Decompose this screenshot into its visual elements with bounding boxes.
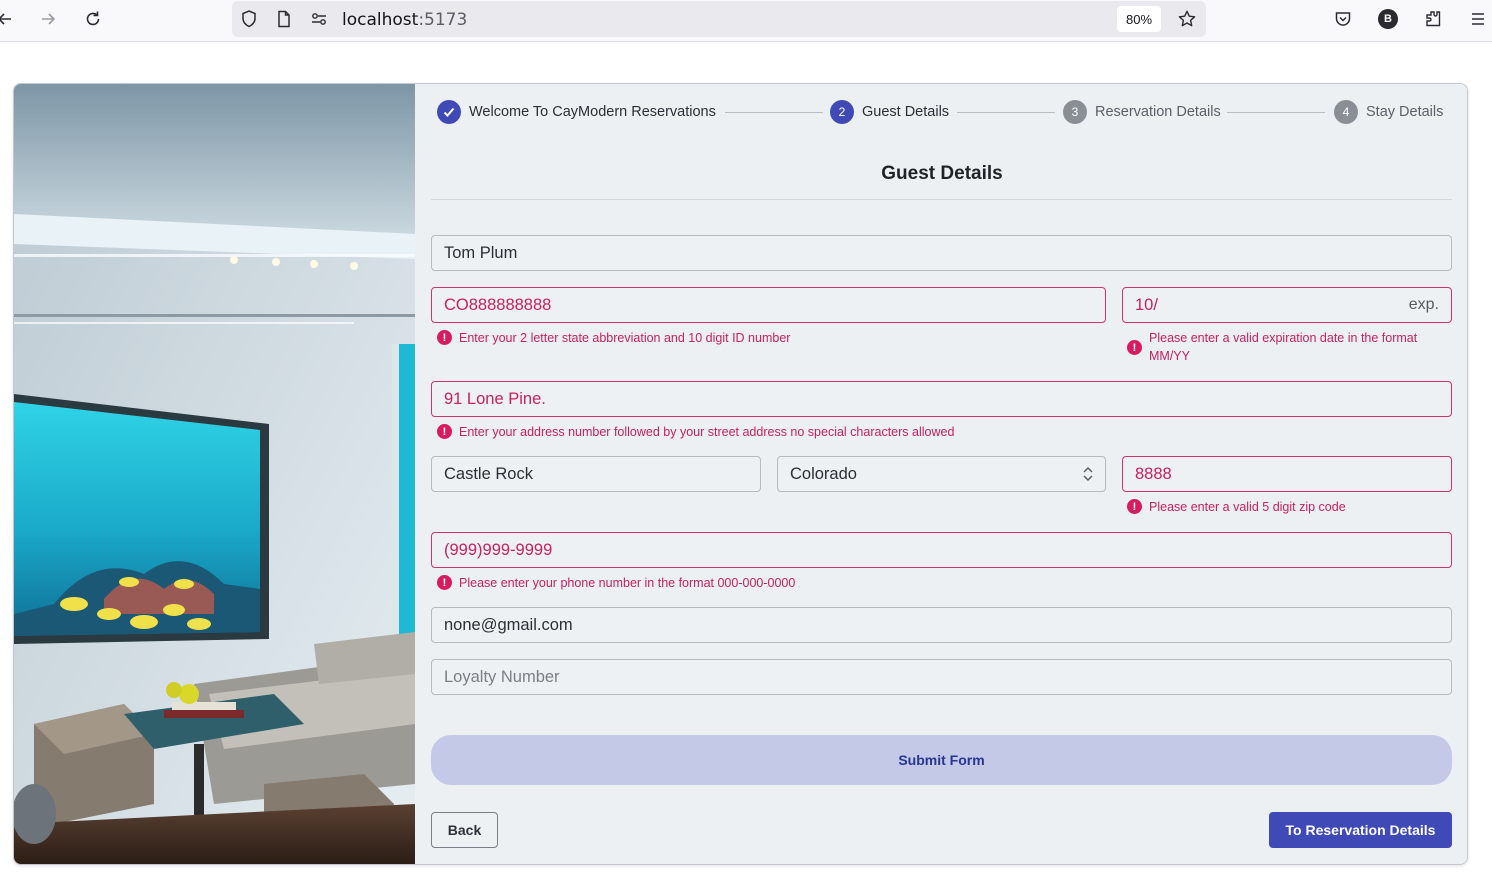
- address-input[interactable]: 91 Lone Pine.: [431, 381, 1452, 417]
- pocket-icon[interactable]: [1330, 6, 1356, 32]
- back-arrow-icon[interactable]: [0, 6, 18, 32]
- step-label: Welcome To CayModern Reservations: [469, 104, 716, 120]
- browser-toolbar: localhost:5173 80% B: [0, 0, 1492, 42]
- expiration-input[interactable]: 10/ exp.: [1122, 287, 1452, 323]
- step-stay-details[interactable]: 4 Stay Details: [1334, 100, 1443, 124]
- zoom-level-badge[interactable]: 80%: [1117, 6, 1161, 32]
- submit-form-button[interactable]: Submit Form: [431, 735, 1452, 785]
- extensions-icon[interactable]: [1420, 6, 1446, 32]
- guest-details-panel: Welcome To CayModern Reservations 2 Gues…: [415, 84, 1467, 864]
- state-select[interactable]: Colorado: [777, 456, 1106, 492]
- step-label: Guest Details: [862, 104, 950, 120]
- error-icon: !: [1127, 340, 1142, 355]
- step-number: 4: [1334, 100, 1358, 124]
- url-bar[interactable]: localhost:5173 80%: [232, 1, 1206, 37]
- error-icon: !: [437, 575, 452, 590]
- to-reservation-details-button[interactable]: To Reservation Details: [1269, 812, 1452, 848]
- progress-stepper: Welcome To CayModern Reservations 2 Gues…: [437, 100, 1447, 124]
- city-input[interactable]: Castle Rock: [431, 456, 761, 492]
- select-arrows-icon: [1083, 467, 1093, 481]
- shield-icon[interactable]: [236, 6, 262, 32]
- menu-icon[interactable]: [1465, 6, 1491, 32]
- email-input[interactable]: none@gmail.com: [431, 607, 1452, 643]
- id-number-input[interactable]: CO888888888: [431, 287, 1106, 323]
- check-icon: [437, 100, 461, 124]
- account-avatar[interactable]: B: [1375, 6, 1401, 32]
- address-error: ! Enter your address number followed by …: [437, 423, 1337, 441]
- step-number: 2: [830, 100, 854, 124]
- phone-input[interactable]: (999)999-9999: [431, 532, 1452, 568]
- error-icon: !: [1127, 499, 1142, 514]
- divider: [431, 199, 1452, 200]
- step-reservation-details[interactable]: 3 Reservation Details: [1063, 100, 1221, 124]
- id-number-error: ! Enter your 2 letter state abbreviation…: [437, 329, 1097, 347]
- loyalty-number-input[interactable]: Loyalty Number: [431, 659, 1452, 695]
- url-text[interactable]: localhost:5173: [342, 10, 467, 30]
- zip-code-input[interactable]: 8888: [1122, 456, 1452, 492]
- page-title: Guest Details: [881, 163, 1003, 184]
- reservation-card: Welcome To CayModern Reservations 2 Gues…: [13, 83, 1468, 865]
- step-welcome[interactable]: Welcome To CayModern Reservations: [437, 100, 716, 124]
- step-connector: [957, 112, 1055, 113]
- back-button[interactable]: Back: [431, 812, 498, 848]
- forward-arrow-icon[interactable]: [35, 6, 61, 32]
- error-icon: !: [437, 424, 452, 439]
- reload-icon[interactable]: [80, 6, 106, 32]
- step-label: Stay Details: [1366, 104, 1444, 120]
- page-icon: [271, 6, 297, 32]
- step-connector: [1227, 112, 1325, 113]
- step-guest-details[interactable]: 2 Guest Details: [830, 100, 949, 124]
- step-connector: [725, 112, 823, 113]
- expiration-error: ! Please enter a valid expiration date i…: [1127, 329, 1447, 365]
- zip-code-error: ! Please enter a valid 5 digit zip code: [1127, 498, 1447, 516]
- bookmark-star-icon[interactable]: [1174, 6, 1200, 32]
- step-number: 3: [1063, 100, 1087, 124]
- phone-error: ! Please enter your phone number in the …: [437, 574, 1337, 592]
- hero-image: [14, 84, 415, 864]
- site-permissions-icon[interactable]: [306, 6, 332, 32]
- error-icon: !: [437, 330, 452, 345]
- step-label: Reservation Details: [1095, 104, 1221, 120]
- full-name-input[interactable]: Tom Plum: [431, 235, 1452, 271]
